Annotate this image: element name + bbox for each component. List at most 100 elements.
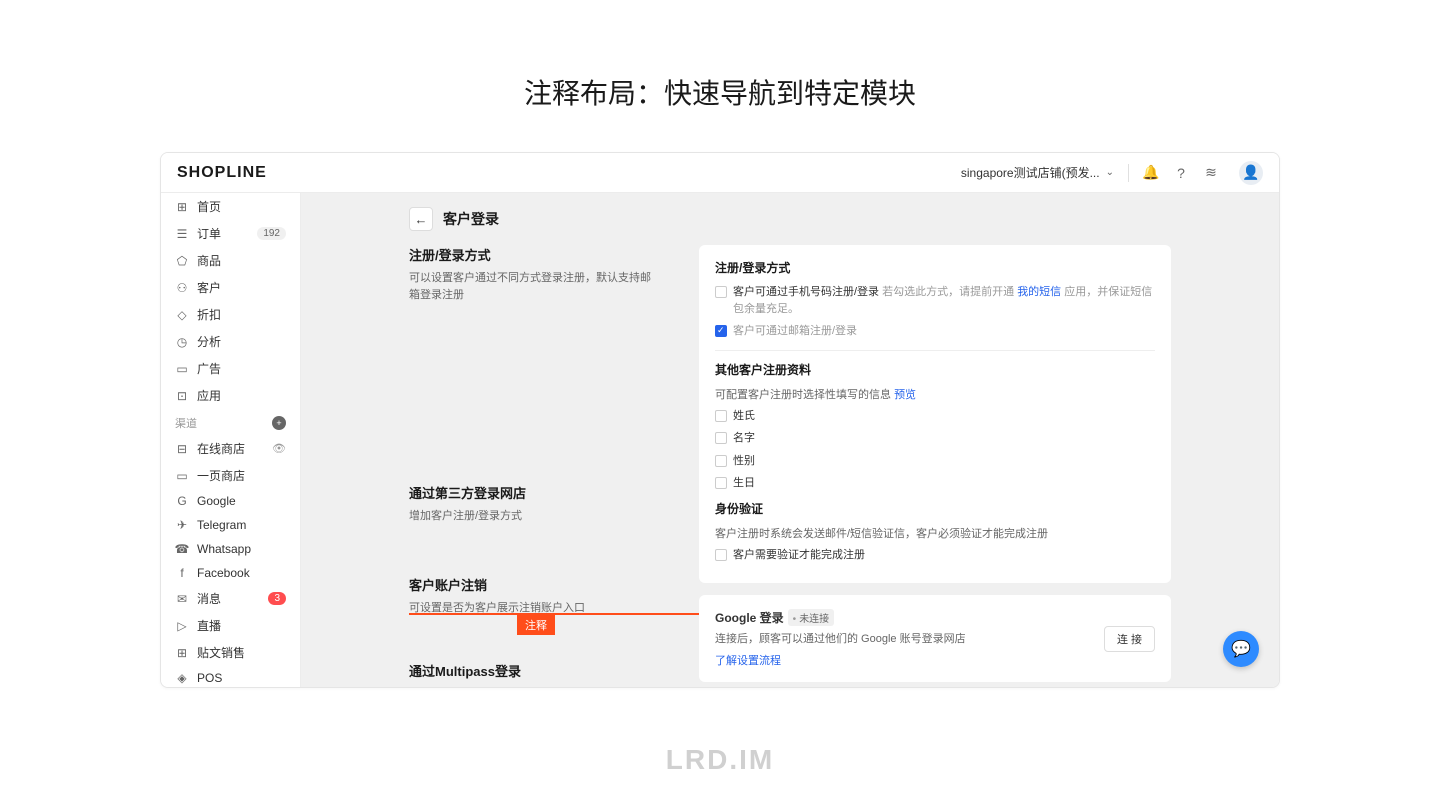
sidebar-icon: ⊟ — [175, 442, 189, 456]
sidebar-item-label: 订单 — [197, 225, 221, 242]
sidebar-item[interactable]: ☰ 订单 192 — [161, 220, 300, 247]
sidebar-item[interactable]: ▭ 一页商店 — [161, 462, 300, 489]
sidebar-icon: ✈ — [175, 518, 189, 532]
sidebar-item-label: POS — [197, 671, 222, 685]
sidebar-icon: ◷ — [175, 335, 189, 349]
sidebar-item-label: 在线商店 — [197, 440, 245, 457]
sidebar-item[interactable]: ✉ 消息 3 — [161, 585, 300, 612]
sidebar-icon: ◈ — [175, 671, 189, 685]
sidebar-item[interactable]: ◈ POS — [161, 666, 300, 687]
sidebar-icon: ⊞ — [175, 200, 189, 214]
sidebar-item-label: 应用 — [197, 387, 221, 404]
sidebar-item[interactable]: ✈ Telegram — [161, 513, 300, 537]
section-desc: 增加客户注册/登录方式 — [409, 508, 659, 525]
badge: 192 — [257, 227, 286, 240]
sidebar-item-label: 分析 — [197, 333, 221, 350]
checkbox-phone[interactable] — [715, 286, 727, 298]
sidebar-item[interactable]: ⚇ 客户 — [161, 274, 300, 301]
sidebar-item-label: 贴文销售 — [197, 644, 245, 661]
field-label: 生日 — [733, 475, 755, 492]
avatar[interactable]: 👤 — [1239, 161, 1263, 185]
sidebar-section-channels: 渠道 + — [161, 409, 300, 435]
connect-button[interactable]: 连 接 — [1104, 626, 1155, 652]
wifi-icon[interactable]: ≋ — [1203, 165, 1219, 181]
sidebar-icon: ⚇ — [175, 281, 189, 295]
sidebar-item-label: 消息 — [197, 590, 221, 607]
sidebar-icon: ☰ — [175, 227, 189, 241]
store-selector[interactable]: singapore测试店铺(预发... ⌄ — [961, 164, 1114, 181]
sidebar-item[interactable]: ◷ 分析 — [161, 328, 300, 355]
sidebar-item[interactable]: ◇ 折扣 — [161, 301, 300, 328]
field-label: 性别 — [733, 453, 755, 470]
sidebar-icon: ⊡ — [175, 389, 189, 403]
link-google-help[interactable]: 了解设置流程 — [715, 652, 966, 668]
card-subtitle: 身份验证 — [715, 500, 1155, 517]
sidebar-item[interactable]: ▷直播 — [161, 612, 300, 639]
checkbox-field[interactable] — [715, 455, 727, 467]
checkbox-email[interactable] — [715, 325, 727, 337]
sidebar-item[interactable]: ⊞ 首页 — [161, 193, 300, 220]
functionality-column: 注册/登录方式 客户可通过手机号码注册/登录 若勾选此方式，请提前开通 我的短信… — [699, 245, 1171, 687]
card-subtitle: 其他客户注册资料 — [715, 361, 1155, 378]
footer-brand: LRD.IM — [0, 688, 1440, 796]
badge: 3 — [268, 592, 286, 605]
sidebar-item[interactable]: ⊡ 应用 — [161, 382, 300, 409]
field-label: 姓氏 — [733, 408, 755, 425]
card-title: 注册/登录方式 — [715, 259, 1155, 276]
sidebar-icon: ▭ — [175, 362, 189, 376]
sidebar-item[interactable]: ▭ 广告 — [161, 355, 300, 382]
add-channel-icon[interactable]: + — [272, 416, 286, 430]
sidebar-item[interactable]: ⊞ 贴文销售 — [161, 639, 300, 666]
link-preview[interactable]: 预览 — [894, 389, 916, 401]
sidebar-item[interactable]: ☎ Whatsapp — [161, 537, 300, 561]
section-heading: 注册/登录方式 — [409, 245, 659, 264]
checkbox-field[interactable] — [715, 477, 727, 489]
checkbox-field[interactable] — [715, 432, 727, 444]
bell-icon[interactable]: 🔔 — [1143, 165, 1159, 181]
back-button[interactable]: ← — [409, 207, 433, 231]
sidebar-icon: ▭ — [175, 469, 189, 483]
sidebar-item-label: 广告 — [197, 360, 221, 377]
sidebar-icon: ⊞ — [175, 646, 189, 660]
sidebar-item-label: 商品 — [197, 252, 221, 269]
sidebar-icon: ◇ — [175, 308, 189, 322]
chat-bubble-icon[interactable]: 💬 — [1223, 631, 1259, 667]
card-register-methods: 注册/登录方式 客户可通过手机号码注册/登录 若勾选此方式，请提前开通 我的短信… — [699, 245, 1171, 583]
sidebar-icon: ☎ — [175, 542, 189, 556]
sidebar-item-label: 直播 — [197, 617, 221, 634]
store-name: singapore测试店铺(预发... — [961, 164, 1100, 181]
presentation-title: 注释布局：快速导航到特定模块 — [0, 0, 1440, 152]
sidebar-item[interactable]: ⊟ 在线商店 👁 — [161, 435, 300, 462]
link-my-sms[interactable]: 我的短信 — [1017, 286, 1061, 298]
annotation-label-left: 注释 — [517, 615, 555, 635]
sidebar-item-label: 首页 — [197, 198, 221, 215]
app-window: SHOPLINE singapore测试店铺(预发... ⌄ 🔔 ? ≋ 👤 ⊞… — [160, 152, 1280, 688]
sidebar-item[interactable]: f Facebook — [161, 561, 300, 585]
sidebar-icon: f — [175, 566, 189, 580]
eye-icon[interactable]: 👁 — [272, 442, 286, 455]
sidebar-item-label: Facebook — [197, 566, 250, 580]
topbar: SHOPLINE singapore测试店铺(预发... ⌄ 🔔 ? ≋ 👤 — [161, 153, 1279, 193]
sidebar-item-label: 一页商店 — [197, 467, 245, 484]
content-area: ← 客户登录 注册/登录方式 可以设置客户通过不同方式登录注册，默认支持邮箱登录… — [301, 193, 1279, 687]
sidebar-item-label: Google — [197, 494, 236, 508]
section-heading: 通过第三方登录网店 — [409, 483, 659, 502]
help-icon[interactable]: ? — [1173, 165, 1189, 181]
sidebar-item-label: 折扣 — [197, 306, 221, 323]
sidebar-item-label: Telegram — [197, 518, 246, 532]
annotation-column: 注册/登录方式 可以设置客户通过不同方式登录注册，默认支持邮箱登录注册 通过第三… — [409, 245, 659, 687]
sidebar-item-label: 客户 — [197, 279, 221, 296]
sidebar-icon: ✉ — [175, 592, 189, 606]
checkbox-verify[interactable] — [715, 549, 727, 561]
logo: SHOPLINE — [177, 164, 267, 182]
status-tag: 未连接 — [788, 609, 835, 626]
chevron-down-icon: ⌄ — [1106, 167, 1114, 178]
card-google-login: Google 登录未连接 连接后，顾客可以通过他们的 Google 账号登录网店… — [699, 595, 1171, 682]
section-desc: 可以设置客户通过不同方式登录注册，默认支持邮箱登录注册 — [409, 270, 659, 303]
section-heading: 客户账户注销 — [409, 575, 659, 594]
sidebar-item-label: Whatsapp — [197, 542, 251, 556]
sidebar-item[interactable]: ⬠商品 — [161, 247, 300, 274]
section-heading: 通过Multipass登录 — [409, 661, 659, 680]
sidebar-item[interactable]: GGoogle — [161, 489, 300, 513]
checkbox-field[interactable] — [715, 410, 727, 422]
